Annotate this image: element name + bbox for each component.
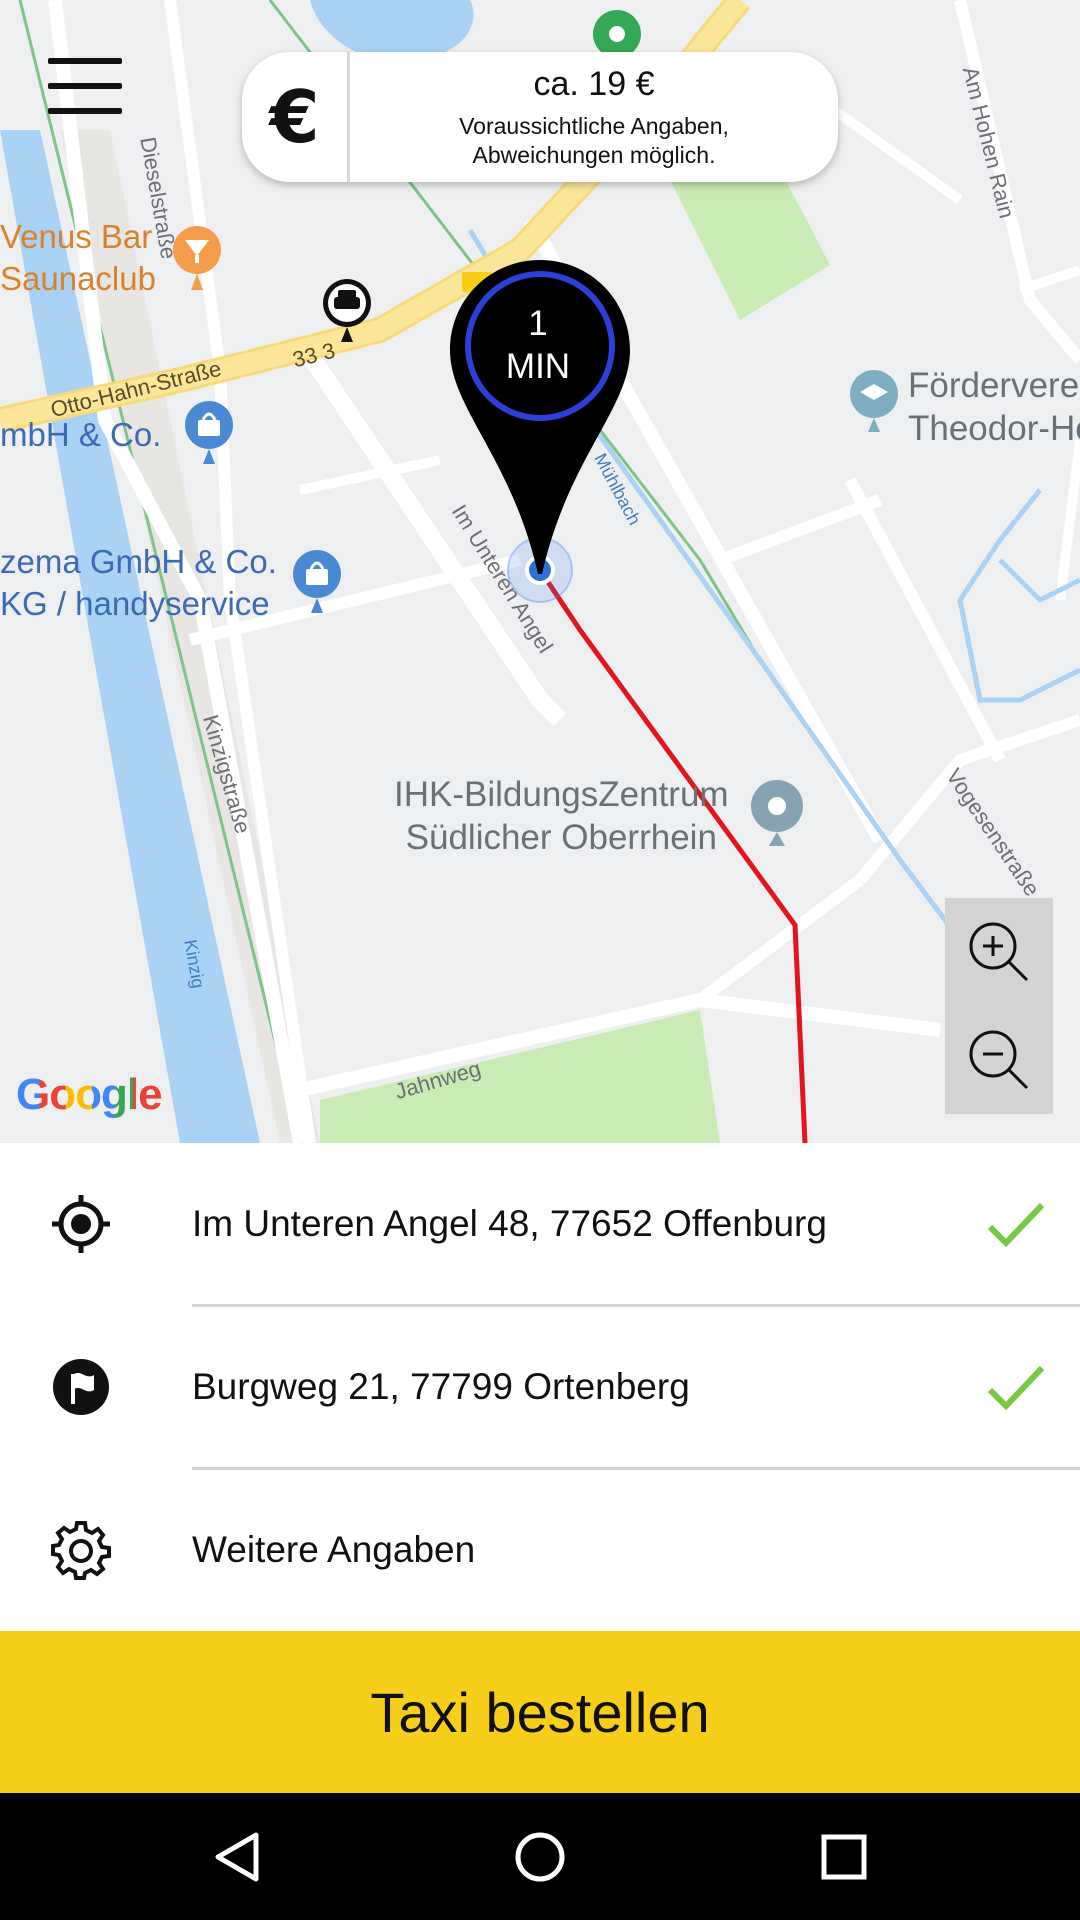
nav-home-button[interactable] xyxy=(500,1817,580,1897)
booking-panel: Im Unteren Angel 48, 77652 Offenburg Bur… xyxy=(0,1143,1080,1630)
destination-address-row[interactable]: Burgweg 21, 77799 Ortenberg xyxy=(0,1306,1080,1468)
price-text-block: ca. 19 € Voraussichtliche Angaben, Abwei… xyxy=(350,52,838,182)
gear-icon xyxy=(50,1519,112,1581)
hamburger-menu-icon[interactable] xyxy=(48,58,122,114)
taxi-booking-screen: Venus Bar Saunaclub mbH & Co. zema GmbH … xyxy=(0,0,1080,1920)
more-details-row[interactable]: Weitere Angaben xyxy=(0,1469,1080,1631)
school-pin xyxy=(850,370,898,432)
price-estimate-card[interactable]: € ca. 19 € Voraussichtliche Angaben, Abw… xyxy=(242,52,838,182)
eta-value: 1 xyxy=(528,304,548,343)
poi-label-line: KG / handyservice xyxy=(0,585,270,622)
poi-label-line: Theodor-He xyxy=(908,409,1080,448)
poi-label-zema[interactable]: zema GmbH & Co. KG / handyservice xyxy=(0,541,277,625)
poi-label-line: Südlicher Oberrhein xyxy=(405,818,717,857)
destination-address-text: Burgweg 21, 77799 Ortenberg xyxy=(192,1366,690,1407)
nav-back-button[interactable] xyxy=(198,1817,278,1897)
google-logo-text: Google xyxy=(16,1070,163,1119)
google-attribution-logo: Google xyxy=(16,1070,163,1120)
android-navigation-bar xyxy=(0,1793,1080,1920)
home-icon xyxy=(515,1832,565,1882)
poi-label-line: Venus Bar xyxy=(0,218,153,255)
place-pin xyxy=(751,780,803,846)
eta-label: 1 MIN xyxy=(478,302,598,388)
back-icon xyxy=(215,1832,259,1882)
poi-label-line: Saunaclub xyxy=(0,260,156,297)
zoom-in-button[interactable] xyxy=(945,898,1053,1006)
eta-unit: MIN xyxy=(505,347,571,386)
poi-label-line: IHK-BildungsZentrum xyxy=(394,775,729,814)
nav-recents-button[interactable] xyxy=(804,1817,884,1897)
price-disclaimer: Voraussichtliche Angaben, Abweichungen m… xyxy=(459,112,729,168)
zoom-out-icon xyxy=(969,1030,1029,1090)
poi-label-ihk[interactable]: IHK-BildungsZentrum Südlicher Oberrhein xyxy=(394,773,729,859)
crosshair-location-icon xyxy=(50,1193,112,1255)
poi-label-line: zema GmbH & Co. xyxy=(0,543,277,580)
order-taxi-button[interactable]: Taxi bestellen xyxy=(0,1631,1080,1793)
zoom-in-icon xyxy=(969,922,1029,982)
pickup-address-row[interactable]: Im Unteren Angel 48, 77652 Offenburg xyxy=(0,1143,1080,1305)
check-icon xyxy=(987,1365,1045,1411)
flag-icon xyxy=(50,1356,112,1418)
poi-label-foerderverein[interactable]: Fördervere Theodor-He xyxy=(908,364,1080,450)
recents-icon xyxy=(821,1834,867,1880)
poi-label-line: Fördervere xyxy=(908,366,1080,405)
pickup-address-text: Im Unteren Angel 48, 77652 Offenburg xyxy=(192,1203,827,1244)
zoom-out-button[interactable] xyxy=(945,1006,1053,1114)
more-details-label: Weitere Angaben xyxy=(192,1529,476,1570)
price-value: ca. 19 € xyxy=(533,64,655,103)
check-icon xyxy=(987,1202,1045,1248)
euro-icon: € xyxy=(242,52,350,182)
zoom-controls xyxy=(945,898,1053,1114)
poi-label-venus-bar[interactable]: Venus Bar Saunaclub xyxy=(0,216,156,300)
poi-label-mbh[interactable]: mbH & Co. xyxy=(0,414,161,456)
